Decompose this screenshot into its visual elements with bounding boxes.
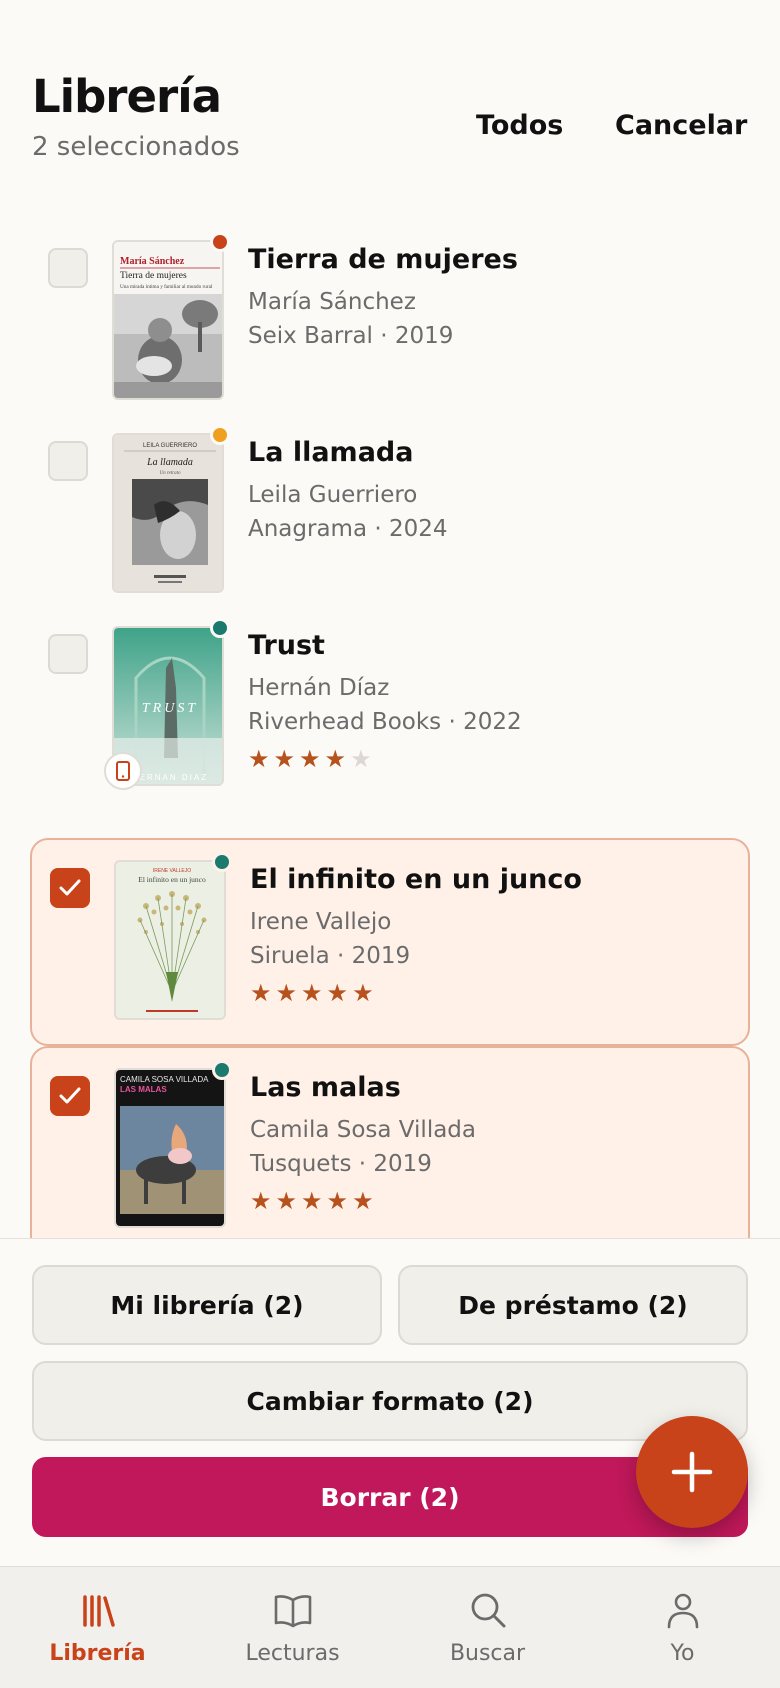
select-all-button[interactable]: Todos xyxy=(476,110,563,141)
reading-status-dot xyxy=(212,852,232,872)
book-row[interactable]: TRUST HERNAN DIAZ Trust Hernán Díaz Rive… xyxy=(30,606,750,814)
cover-title-text: El infinito en un junco xyxy=(138,875,206,884)
star-rating: ★ ★ ★ ★ ★ xyxy=(250,981,730,1005)
search-icon xyxy=(471,1593,506,1628)
selection-count: 2 seleccionados xyxy=(32,132,240,162)
star-icon: ★ xyxy=(301,979,323,1007)
select-checkbox-checked[interactable] xyxy=(50,1076,90,1116)
reading-status-dot xyxy=(210,425,230,445)
cancel-button[interactable]: Cancelar xyxy=(615,110,747,141)
tab-label: Librería xyxy=(49,1641,146,1666)
select-checkbox[interactable] xyxy=(48,248,88,288)
cover-title-text: TRUST xyxy=(142,701,198,716)
reading-status-dot xyxy=(210,618,230,638)
check-icon xyxy=(59,1087,81,1104)
book-row-selected[interactable]: IRENE VALLEJO El infinito en un junco El… xyxy=(30,838,750,1046)
book-info: El infinito en un junco Irene Vallejo Si… xyxy=(250,864,730,1005)
book-cover: María Sánchez Tierra de mujeres Una mira… xyxy=(112,240,224,400)
star-icon: ★ xyxy=(299,745,321,773)
cover-title-text: Tierra de mujeres xyxy=(120,271,187,281)
tab-readings[interactable]: Lecturas xyxy=(195,1567,390,1688)
book-row[interactable]: María Sánchez Tierra de mujeres Una mira… xyxy=(30,220,750,428)
book-open-icon xyxy=(274,1595,312,1628)
book-title: El infinito en un junco xyxy=(250,864,582,895)
reading-status-dot xyxy=(210,232,230,252)
bottom-tab-bar: Librería Lecturas Buscar Yo xyxy=(0,1566,780,1688)
select-checkbox-checked[interactable] xyxy=(50,868,90,908)
select-checkbox[interactable] xyxy=(48,441,88,481)
book-list: María Sánchez Tierra de mujeres Una mira… xyxy=(0,220,780,1238)
library-icon xyxy=(83,1595,115,1627)
book-publisher-year: Riverhead Books · 2022 xyxy=(248,709,522,735)
book-row-selected[interactable]: CAMILA SOSA VILLADA LAS MALAS Las malas … xyxy=(30,1046,750,1238)
book-cover: IRENE VALLEJO El infinito en un junco xyxy=(114,860,226,1020)
star-icon: ★ xyxy=(326,979,349,1007)
book-publisher-year: Seix Barral · 2019 xyxy=(248,323,454,349)
page-title: Librería xyxy=(32,70,222,123)
tab-search[interactable]: Buscar xyxy=(390,1567,585,1688)
cover-author-text: CAMILA SOSA VILLADA xyxy=(120,1075,209,1084)
add-book-button[interactable] xyxy=(636,1416,748,1528)
tab-label: Yo xyxy=(670,1641,695,1666)
star-icon: ★ xyxy=(248,745,270,773)
change-format-button[interactable]: Cambiar formato (2) xyxy=(32,1361,748,1441)
book-author: Leila Guerriero xyxy=(248,482,418,508)
select-checkbox[interactable] xyxy=(48,634,88,674)
book-cover: LEILA GUERRIERO La llamada Un retrato xyxy=(112,433,224,593)
book-title: La llamada xyxy=(248,437,414,468)
mark-on-loan-button[interactable]: De préstamo (2) xyxy=(398,1265,748,1345)
cover-title-text: La llamada xyxy=(146,457,193,468)
book-author: Hernán Díaz xyxy=(248,675,390,701)
cover-author-text: HERNAN DIAZ xyxy=(132,773,208,782)
book-author: María Sánchez xyxy=(248,289,416,315)
book-row[interactable]: LEILA GUERRIERO La llamada Un retrato La… xyxy=(30,413,750,621)
book-title: Trust xyxy=(248,630,325,661)
book-info: Las malas Camila Sosa Villada Tusquets ·… xyxy=(250,1072,730,1213)
star-icon: ★ xyxy=(250,1187,272,1215)
star-icon: ★ xyxy=(326,1187,349,1215)
star-icon: ★ xyxy=(273,745,296,773)
star-icon: ★ xyxy=(352,979,374,1007)
book-info: La llamada Leila Guerriero Anagrama · 20… xyxy=(248,437,728,542)
reading-status-dot xyxy=(212,1060,232,1080)
star-rating: ★ ★ ★ ★ ★ xyxy=(248,747,728,771)
book-publisher-year: Tusquets · 2019 xyxy=(250,1151,432,1177)
tab-profile[interactable]: Yo xyxy=(585,1567,780,1688)
cover-subtitle-text: Un retrato xyxy=(159,471,181,476)
book-title: Tierra de mujeres xyxy=(248,244,518,275)
star-icon: ★ xyxy=(275,979,298,1007)
cover-author-text: LEILA GUERRIERO xyxy=(143,443,197,449)
tablet-format-icon xyxy=(104,752,142,790)
tab-label: Buscar xyxy=(449,1641,526,1666)
move-to-my-library-button[interactable]: Mi librería (2) xyxy=(32,1265,382,1345)
star-icon: ★ xyxy=(301,1187,323,1215)
star-icon: ★ xyxy=(275,1187,298,1215)
book-info: Tierra de mujeres María Sánchez Seix Bar… xyxy=(248,244,728,349)
book-cover: CAMILA SOSA VILLADA LAS MALAS xyxy=(114,1068,226,1228)
cover-subtitle-text: Una mirada íntima y familiar al mundo ru… xyxy=(120,283,213,290)
check-icon xyxy=(59,879,81,896)
book-info: Trust Hernán Díaz Riverhead Books · 2022… xyxy=(248,630,728,771)
plus-icon xyxy=(671,1451,713,1493)
tab-library[interactable]: Librería xyxy=(0,1567,195,1688)
star-icon: ★ xyxy=(352,1187,374,1215)
star-icon: ★ xyxy=(324,745,347,773)
cover-author-text: María Sánchez xyxy=(120,256,185,267)
user-icon xyxy=(667,1593,699,1629)
cover-author-text: IRENE VALLEJO xyxy=(153,868,191,874)
star-empty-icon: ★ xyxy=(350,745,372,773)
star-rating: ★ ★ ★ ★ ★ xyxy=(250,1189,730,1213)
book-title: Las malas xyxy=(250,1072,401,1103)
book-publisher-year: Siruela · 2019 xyxy=(250,943,411,969)
page-header: Librería 2 seleccionados Todos Cancelar xyxy=(0,0,780,200)
book-author: Irene Vallejo xyxy=(250,909,392,935)
book-author: Camila Sosa Villada xyxy=(250,1117,476,1143)
star-icon: ★ xyxy=(250,979,272,1007)
book-publisher-year: Anagrama · 2024 xyxy=(248,516,448,542)
tab-label: Lecturas xyxy=(245,1641,340,1666)
cover-title-text: LAS MALAS xyxy=(120,1085,167,1094)
